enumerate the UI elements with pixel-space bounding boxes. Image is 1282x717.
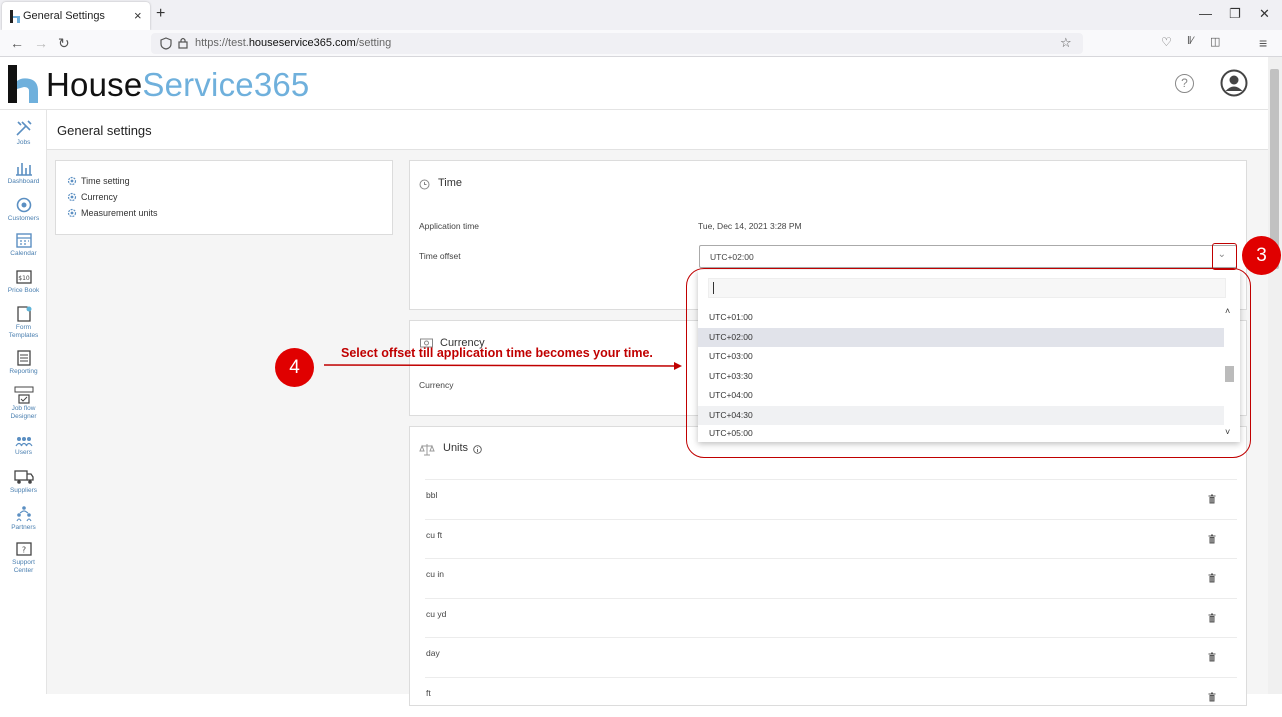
library-icon[interactable]: ‖⁄ <box>1187 35 1193 47</box>
trash-icon[interactable] <box>1208 494 1216 504</box>
gear-icon <box>67 192 77 202</box>
units-panel: Units bbl cu ft cu in cu yd day ft <box>409 426 1247 706</box>
tools-icon <box>15 120 32 136</box>
tab-title: General Settings <box>23 10 105 22</box>
sidebar-item-jobs[interactable]: Jobs <box>0 118 47 147</box>
time-offset-select[interactable]: UTC+02:00 ⌄ <box>699 245 1237 268</box>
browser-tab-bar: General Settings × + — ❐ ✕ <box>0 0 1282 30</box>
support-icon: ? <box>15 542 32 556</box>
sidebar-item-calendar[interactable]: Calendar <box>0 231 47 258</box>
lock-icon <box>178 37 188 49</box>
sidebar-item-form-templates[interactable]: Form Templates <box>0 305 47 340</box>
clock-icon <box>419 179 430 190</box>
currency-label: Currency <box>419 380 454 390</box>
calendar-icon <box>15 233 32 248</box>
annotation-step-3: 3 <box>1242 236 1281 275</box>
favicon-icon <box>10 10 20 23</box>
shield-icon <box>160 37 172 50</box>
new-tab-button[interactable]: + <box>156 5 165 23</box>
trash-icon[interactable] <box>1208 534 1216 544</box>
annotation-highlight-dropdown <box>686 268 1251 458</box>
app-header: HouseService365 ? <box>0 57 1268 110</box>
truck-icon <box>13 470 34 484</box>
time-panel-title: Time <box>438 177 463 189</box>
report-icon <box>16 350 31 366</box>
svg-text:?: ? <box>21 546 25 555</box>
trash-icon[interactable] <box>1208 573 1216 583</box>
minimize-icon[interactable]: — <box>1199 6 1212 21</box>
info-icon[interactable] <box>473 445 482 454</box>
close-window-icon[interactable]: ✕ <box>1259 6 1270 22</box>
application-time-label: Application time <box>419 221 480 231</box>
logo[interactable]: HouseService365 <box>46 66 310 104</box>
trash-icon[interactable] <box>1208 613 1216 623</box>
units-panel-title: Units <box>443 442 469 454</box>
unit-row: cu yd <box>425 598 1237 638</box>
flow-icon <box>14 386 33 404</box>
unit-row: day <box>425 637 1237 677</box>
page-title: General settings <box>57 123 152 138</box>
users-icon <box>14 437 33 447</box>
browser-tab[interactable]: General Settings × <box>2 2 150 30</box>
sidebar-item-users[interactable]: Users <box>0 434 47 457</box>
unit-row: ft <box>425 677 1237 717</box>
sidebar-item-reporting[interactable]: Reporting <box>0 349 47 376</box>
back-icon[interactable]: ← <box>10 35 24 51</box>
logo-icon <box>8 65 38 103</box>
url-text: https://test.houseservice365.com/setting <box>195 37 392 49</box>
bookmark-star-icon[interactable]: ☆ <box>1060 35 1072 51</box>
menu-icon[interactable]: ≡ <box>1259 35 1267 51</box>
reload-icon[interactable]: ↻ <box>58 35 70 52</box>
price-icon: $10 <box>15 270 32 284</box>
annotation-arrow <box>323 362 682 370</box>
time-offset-label: Time offset <box>419 251 461 261</box>
sidebar-item-dashboard[interactable]: Dashboard <box>0 159 47 186</box>
chart-icon <box>15 163 32 176</box>
sidebar-item-suppliers[interactable]: Suppliers <box>0 468 47 495</box>
unit-row: cu ft <box>425 519 1237 559</box>
forward-icon[interactable]: → <box>34 35 48 51</box>
help-icon[interactable]: ? <box>1175 74 1194 93</box>
page-scrollbar[interactable] <box>1268 57 1282 694</box>
restore-icon[interactable]: ❐ <box>1229 6 1241 22</box>
page-title-bar: General settings <box>47 110 1268 150</box>
tab-close-icon[interactable]: × <box>134 8 142 23</box>
annotation-highlight-chevron <box>1212 243 1237 270</box>
annotation-step-4: 4 <box>275 348 314 387</box>
partners-icon <box>16 506 31 522</box>
unit-row: cu in <box>425 558 1237 598</box>
sidebar-toggle-icon[interactable]: ◫ <box>1210 35 1220 48</box>
sidebar-item-customers[interactable]: Customers <box>0 196 47 223</box>
svg-text:$10: $10 <box>18 275 30 282</box>
user-avatar-icon[interactable] <box>1220 69 1248 97</box>
form-icon <box>16 306 31 322</box>
gear-icon <box>67 176 77 186</box>
sidebar-item-partners[interactable]: Partners <box>0 505 47 532</box>
gear-icon <box>67 208 77 218</box>
menu-item-measurement-units[interactable]: Measurement units <box>67 208 158 218</box>
time-offset-value: UTC+02:00 <box>710 252 754 262</box>
sidebar-item-price-book[interactable]: $10 Price Book <box>0 268 47 295</box>
sidebar: Jobs Dashboard Customers Calendar $10 Pr… <box>0 110 47 694</box>
menu-item-time-setting[interactable]: Time setting <box>67 176 130 186</box>
settings-menu: Time setting Currency Measurement units <box>55 160 393 235</box>
application-time-value: Tue, Dec 14, 2021 3:28 PM <box>698 221 802 231</box>
scale-icon <box>419 444 435 456</box>
url-bar[interactable]: https://test.houseservice365.com/setting… <box>151 33 1083 54</box>
annotation-instruction: Select offset till application time beco… <box>341 346 653 360</box>
customers-icon <box>16 197 31 213</box>
browser-nav-bar: ← → ↻ https://test.houseservice365.com/s… <box>0 30 1282 78</box>
menu-item-currency[interactable]: Currency <box>67 192 118 202</box>
trash-icon[interactable] <box>1208 652 1216 662</box>
unit-row: bbl <box>425 479 1237 519</box>
pocket-icon[interactable]: ♡ <box>1161 35 1172 49</box>
sidebar-item-job-flow-designer[interactable]: Job flow Designer <box>0 386 47 421</box>
sidebar-item-support-center[interactable]: ? Support Center <box>0 542 47 575</box>
